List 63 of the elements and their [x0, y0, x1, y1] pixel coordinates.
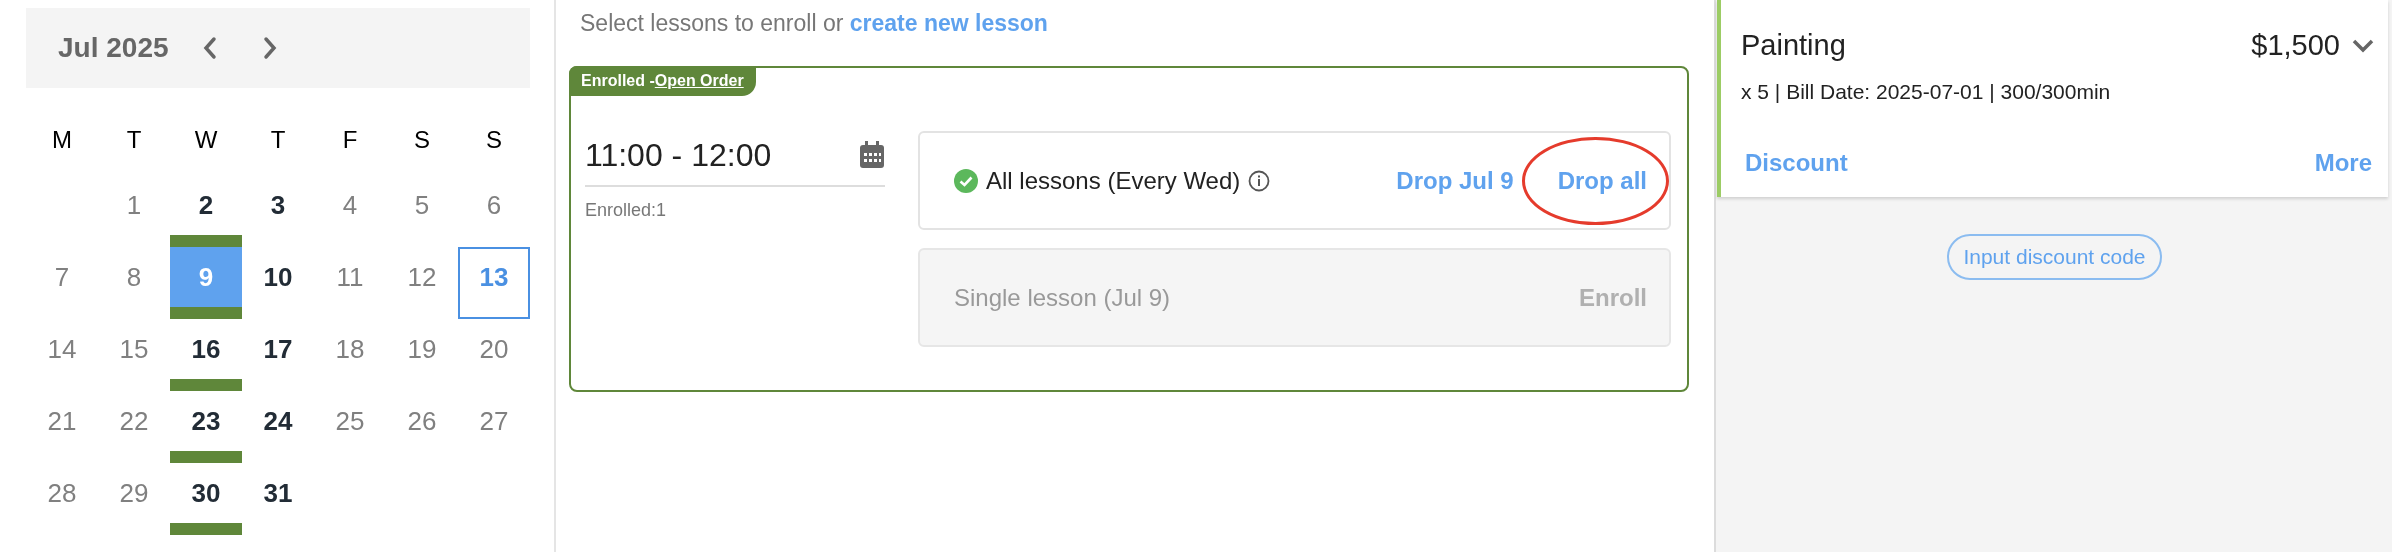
item-name: Painting — [1741, 28, 1846, 63]
discount-code-button[interactable]: Input discount code — [1947, 234, 2162, 280]
option-label: Single lesson (Jul 9) — [954, 282, 1171, 313]
calendar-day[interactable]: 26 — [386, 391, 458, 451]
calendar-day[interactable]: 11 — [314, 247, 386, 307]
calendar-day[interactable]: 31 — [242, 463, 314, 523]
item-details: x 5 | Bill Date: 2025-07-01 | 300/300min — [1741, 78, 2112, 105]
order-action-link[interactable]: Discount — [1745, 145, 1848, 181]
enrolled-tag: Enrolled -Open Order — [569, 66, 756, 96]
calendar-day[interactable]: 27 — [458, 391, 530, 451]
weekday-label: W — [193, 125, 219, 155]
calendar-day[interactable]: 17 — [242, 319, 314, 379]
calendar-day[interactable]: 6 — [458, 175, 530, 235]
drop-link[interactable]: Drop Jul 9 — [1396, 166, 1514, 194]
weekday-label: M — [51, 125, 73, 155]
calendar-day[interactable]: 24 — [242, 391, 314, 451]
calendar-day[interactable]: 1 — [98, 175, 170, 235]
item-price: $1,500 — [2251, 28, 2340, 63]
calendar-day[interactable]: 20 — [458, 319, 530, 379]
calendar-day[interactable]: 9 — [170, 247, 242, 307]
calendar-day[interactable]: 23 — [170, 391, 242, 451]
calendar-day[interactable]: 30 — [170, 463, 242, 523]
calendar-day[interactable]: 12 — [386, 247, 458, 307]
weekday-label: T — [125, 125, 143, 155]
next-month-icon[interactable] — [262, 36, 277, 60]
enrolled-count: Enrolled:1 — [585, 199, 668, 222]
time-field[interactable]: 11:00 - 12:00 — [585, 131, 885, 187]
calendar-day[interactable]: 16 — [170, 319, 242, 379]
calendar-day[interactable]: 18 — [314, 319, 386, 379]
month-label: Jul 2025 — [58, 31, 169, 65]
order-action-link[interactable]: More — [2314, 145, 2372, 181]
lesson-option[interactable]: Single lesson (Jul 9) Enroll — [918, 248, 1671, 347]
create-lesson-link[interactable]: create new lesson — [849, 10, 1048, 36]
calendar-day[interactable]: 28 — [26, 463, 98, 523]
calendar-day[interactable]: 22 — [98, 391, 170, 451]
lesson-option[interactable]: All lessons (Every Wed) Drop Jul 9 Drop all — [918, 131, 1671, 230]
weekday-label: S — [413, 125, 431, 155]
check-icon — [954, 168, 978, 193]
drop-link[interactable]: Drop all — [1557, 166, 1647, 194]
calendar-day[interactable]: 21 — [26, 391, 98, 451]
calendar-day[interactable]: 8 — [98, 247, 170, 307]
calendar-day[interactable]: 29 — [98, 463, 170, 523]
calendar-day[interactable]: 2 — [170, 175, 242, 235]
calendar-day[interactable]: 19 — [386, 319, 458, 379]
chevron-down-icon[interactable] — [2352, 38, 2374, 53]
weekday-label: F — [341, 125, 359, 155]
info-icon[interactable] — [1248, 169, 1271, 192]
calendar-day[interactable]: 14 — [26, 319, 98, 379]
option-label: All lessons (Every Wed) — [986, 165, 1241, 196]
calendar-day[interactable]: 5 — [386, 175, 458, 235]
calendar-day[interactable]: 7 — [26, 247, 98, 307]
calendar-day[interactable]: 4 — [314, 175, 386, 235]
weekday-label: T — [269, 125, 287, 155]
calendar-day[interactable]: 15 — [98, 319, 170, 379]
weekday-label: S — [485, 125, 503, 155]
calendar-icon[interactable] — [859, 141, 885, 169]
enroll-link[interactable]: Enroll — [1579, 283, 1647, 311]
calendar-day[interactable]: 25 — [314, 391, 386, 451]
previous-month-icon[interactable] — [202, 36, 217, 60]
instruction-text: Select lessons to enroll or create new lesson — [579, 9, 1049, 38]
calendar-day[interactable]: 10 — [242, 247, 314, 307]
open-order-link[interactable]: Open Order — [654, 69, 744, 93]
calendar-day[interactable]: 3 — [242, 175, 314, 235]
